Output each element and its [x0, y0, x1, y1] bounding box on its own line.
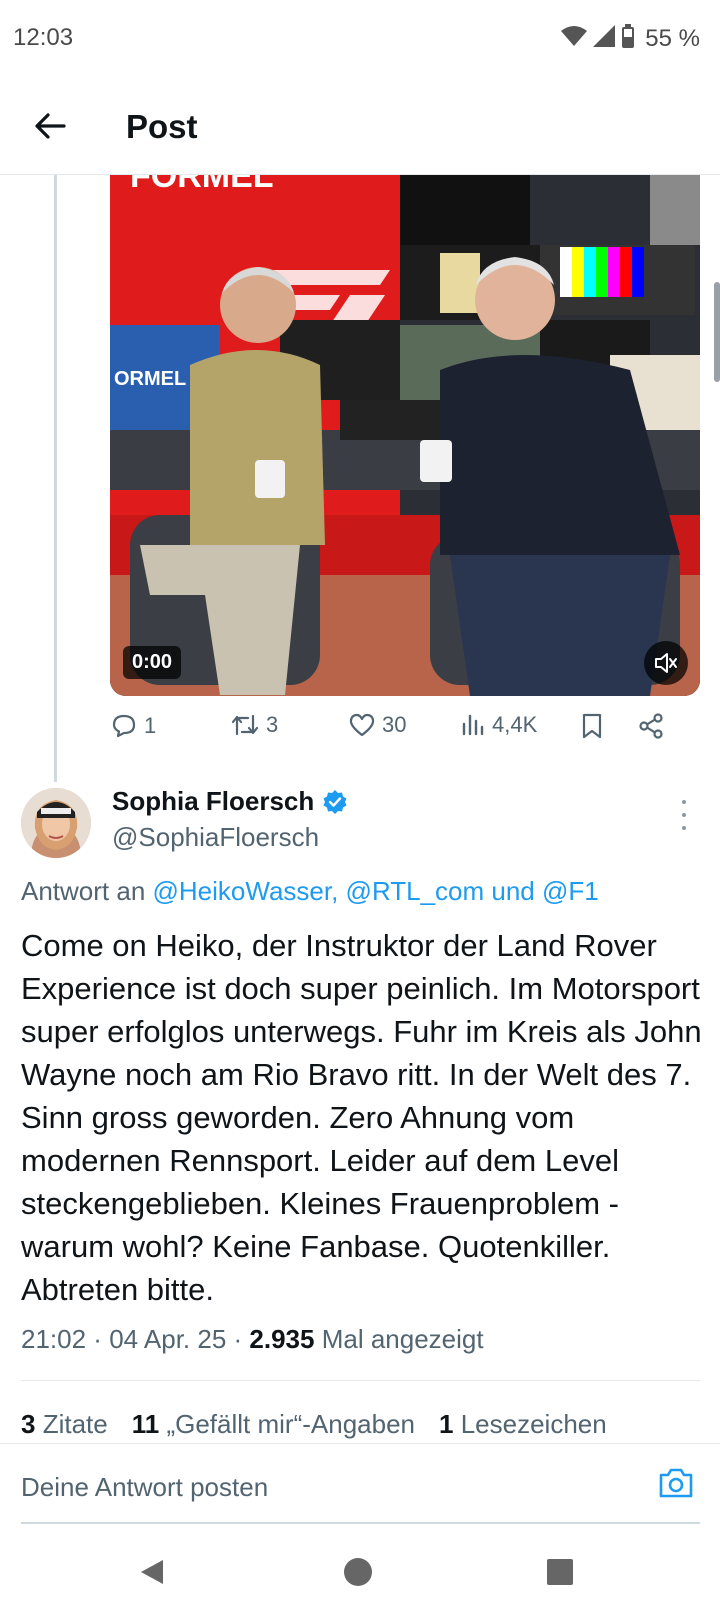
profile-photo: [21, 788, 91, 858]
verified-badge-icon: [323, 789, 347, 814]
post-text: Come on Heiko, der Instruktor der Land R…: [21, 928, 702, 1307]
reply-input[interactable]: Deine Antwort posten: [21, 1472, 268, 1503]
battery-percent: 55 %: [645, 24, 700, 52]
analytics-bar-icon: [462, 714, 484, 736]
camera-button[interactable]: [658, 1467, 698, 1507]
author-display-name[interactable]: Sophia Floersch: [112, 786, 314, 817]
wifi-icon: [561, 25, 588, 52]
video-frame: ORMEL FORMEL: [110, 175, 700, 696]
speaker-muted-icon: [655, 653, 677, 673]
cellular-signal-icon: [593, 25, 616, 52]
divider: [21, 1380, 700, 1381]
views-count: 4,4K: [492, 712, 538, 737]
camera-icon: [659, 1468, 693, 1498]
views-button[interactable]: 4,4K: [460, 712, 537, 738]
video-player[interactable]: ORMEL FORMEL 0:00: [110, 175, 700, 696]
view-label: Mal angezeigt: [321, 1324, 484, 1354]
view-count: 2.935: [249, 1324, 315, 1354]
heart-icon: [349, 713, 375, 737]
bookmarks-label: Lesezeichen: [460, 1409, 607, 1439]
reply-composer: Deine Antwort posten: [0, 1444, 720, 1524]
meta-separator: ·: [226, 1324, 250, 1354]
square-recents-icon: [547, 1559, 573, 1585]
system-navigation-bar: [0, 1530, 720, 1612]
bookmarks-count: 1: [439, 1409, 454, 1439]
status-bar: 12:03 55 %: [0, 0, 720, 76]
more-dot-icon: [682, 813, 686, 817]
share-button[interactable]: [637, 712, 665, 740]
triangle-back-icon: [141, 1560, 163, 1584]
more-options-button[interactable]: [672, 800, 696, 830]
likes-label: „Gefällt mir“-Angaben: [166, 1409, 416, 1439]
screen-text-top: FORMEL: [130, 175, 274, 195]
post-date: 04 Apr. 25: [109, 1324, 227, 1354]
likes-count: 11: [131, 1409, 160, 1439]
reply-bubble-icon: [112, 714, 136, 738]
like-button[interactable]: 30: [348, 712, 406, 738]
circle-home-icon: [344, 1558, 372, 1586]
quotes-label: Zitate: [42, 1409, 108, 1439]
repost-icon: [231, 714, 259, 736]
bookmarks-stat[interactable]: 1 Lesezeichen: [439, 1409, 607, 1440]
nav-home-button[interactable]: [338, 1552, 378, 1592]
repost-count: 3: [266, 712, 279, 737]
reply-mentions-link[interactable]: @HeikoWasser, @RTL_com und @F1: [153, 876, 599, 906]
more-dot-icon: [682, 800, 686, 804]
engagement-stats: 3 Zitate 11 „Gefällt mir“-Angaben 1 Lese…: [21, 1409, 607, 1440]
screen-text-left: ORMEL: [114, 368, 186, 390]
like-count: 30: [382, 712, 407, 737]
quotes-count: 3: [21, 1409, 36, 1439]
share-icon: [639, 713, 663, 739]
repost-button[interactable]: 3: [230, 712, 278, 738]
quotes-stat[interactable]: 3 Zitate: [21, 1409, 108, 1440]
nav-back-button[interactable]: [132, 1552, 172, 1592]
video-timestamp: 0:00: [123, 646, 182, 679]
post-action-bar: 1 3 30 4,4K: [110, 712, 700, 752]
reply-count: 1: [144, 713, 157, 738]
author-name-row[interactable]: Sophia Floersch: [112, 786, 348, 817]
bookmark-icon: [582, 713, 602, 739]
status-time: 12:03: [13, 24, 74, 51]
mute-button[interactable]: [644, 641, 688, 685]
post-meta: 21:02 · 04 Apr. 25 · 2.935 Mal angezeigt: [21, 1324, 484, 1355]
author-handle[interactable]: @SophiaFloersch: [112, 822, 319, 853]
thread-connector-line: [54, 175, 57, 782]
back-button[interactable]: [28, 104, 72, 148]
battery-icon: [621, 24, 635, 53]
meta-separator: ·: [86, 1324, 110, 1354]
top-app-bar: Post: [0, 76, 720, 175]
scrollbar-thumb[interactable]: [714, 282, 720, 382]
bookmark-button[interactable]: [580, 712, 604, 740]
reply-button[interactable]: 1: [110, 712, 156, 740]
more-dot-icon: [682, 826, 686, 830]
likes-stat[interactable]: 11 „Gefällt mir“-Angaben: [132, 1409, 415, 1440]
nav-recents-button[interactable]: [540, 1552, 580, 1592]
arrow-left-icon: [35, 113, 66, 139]
reply-context: Antwort an @HeikoWasser, @RTL_com und @F…: [21, 876, 599, 907]
post-time: 21:02: [21, 1324, 87, 1354]
page-title: Post: [126, 108, 198, 145]
reply-context-prefix: Antwort an: [21, 876, 153, 906]
composer-underline: [21, 1522, 700, 1524]
status-icons: 55 %: [561, 24, 700, 53]
avatar[interactable]: [21, 788, 91, 858]
